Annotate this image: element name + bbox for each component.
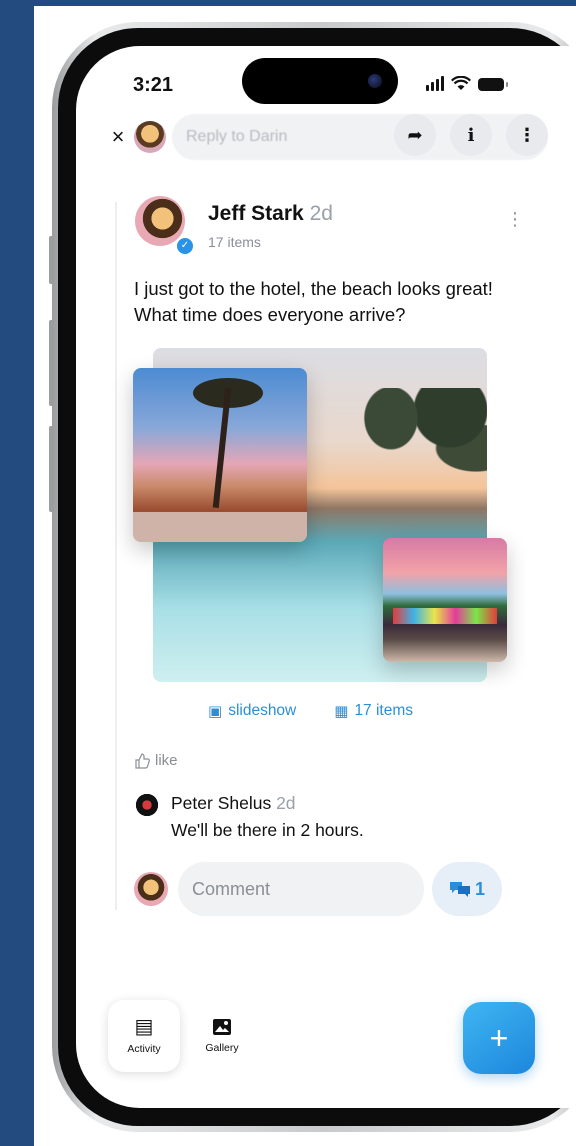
share-arrow-icon: ➦ (407, 124, 423, 145)
sand-path-shape (133, 512, 307, 542)
info-icon: i (467, 124, 475, 146)
status-time: 3:21 (133, 74, 174, 96)
comment-input[interactable]: Comment (178, 862, 424, 916)
post-text: I just got to the hotel, the beach looks… (134, 278, 493, 325)
comment-count: 1 (474, 878, 485, 899)
my-avatar (134, 872, 168, 906)
post-more-icon[interactable]: ⋮ (506, 210, 524, 228)
image-icon (213, 1019, 231, 1035)
comments-icon (449, 882, 470, 897)
tab-gallery[interactable]: Gallery (186, 1000, 258, 1072)
photo-beach-palms[interactable] (133, 368, 307, 542)
comment-composer: Comment 1 (134, 862, 506, 916)
silent-switch (49, 236, 54, 284)
close-button[interactable]: × (108, 124, 128, 150)
thread-line (115, 202, 117, 910)
info-button[interactable]: i (450, 114, 492, 156)
volume-up-button (49, 320, 54, 406)
palm-trees-shape (323, 388, 487, 538)
newspaper-icon: ▤ (134, 1016, 154, 1038)
post-author-line: Jeff Stark 2d (208, 202, 333, 226)
neon-lights-shape (393, 608, 497, 624)
slideshow-link[interactable]: ▣ slideshow (208, 702, 296, 720)
more-vertical-icon: ⋮ (518, 124, 536, 145)
tab-activity-label: Activity (127, 1043, 161, 1055)
volume-down-button (49, 426, 54, 512)
battery-icon (478, 78, 508, 91)
all-items-label: 17 items (354, 702, 414, 719)
phone-screen: 3:21 × Reply to Darin ➦ i ⋮ ✓ Jeff Stark… (76, 46, 576, 1108)
commenter-avatar[interactable] (134, 792, 160, 818)
verified-badge-icon: ✓ (175, 236, 195, 256)
dynamic-island (242, 58, 398, 104)
like-label: like (155, 752, 178, 769)
share-button[interactable]: ➦ (394, 114, 436, 156)
comments-button[interactable]: 1 (432, 862, 502, 916)
photo-neon-street[interactable] (383, 538, 507, 662)
background-band-left (0, 0, 34, 1146)
more-button[interactable]: ⋮ (506, 114, 548, 156)
comment-text: We'll be there in 2 hours. (171, 820, 364, 840)
comment-age: 2d (276, 793, 296, 813)
tab-gallery-label: Gallery (205, 1042, 239, 1054)
status-icons (426, 76, 508, 91)
comment-author[interactable]: Peter Shelus (171, 793, 271, 813)
wifi-icon (451, 76, 471, 90)
camera-dot (368, 74, 382, 88)
post-age: 2d (309, 202, 333, 225)
comment-author-line: Peter Shelus 2d (171, 793, 296, 814)
slideshow-label: slideshow (228, 702, 297, 719)
thumbs-up-icon (135, 752, 150, 769)
reply-avatar (134, 121, 166, 153)
all-items-link[interactable]: ▦ 17 items (334, 702, 413, 720)
tab-bar: ▤ Activity Gallery (108, 1000, 258, 1072)
tab-activity[interactable]: ▤ Activity (108, 1000, 180, 1072)
post-items-count: 17 items (208, 234, 261, 250)
slideshow-icon: ▣ (208, 703, 223, 720)
grid-icon: ▦ (334, 703, 349, 720)
background-band-top (0, 0, 576, 6)
like-button[interactable]: like (134, 752, 178, 769)
signal-icon (426, 76, 444, 91)
reply-bar: × Reply to Darin ➦ i ⋮ (108, 112, 548, 162)
reply-actions: ➦ i ⋮ (394, 114, 548, 156)
gallery-links: ▣ slideshow ▦ 17 items (208, 702, 413, 720)
post-author[interactable]: Jeff Stark (208, 202, 304, 225)
add-button[interactable]: + (463, 1002, 535, 1074)
